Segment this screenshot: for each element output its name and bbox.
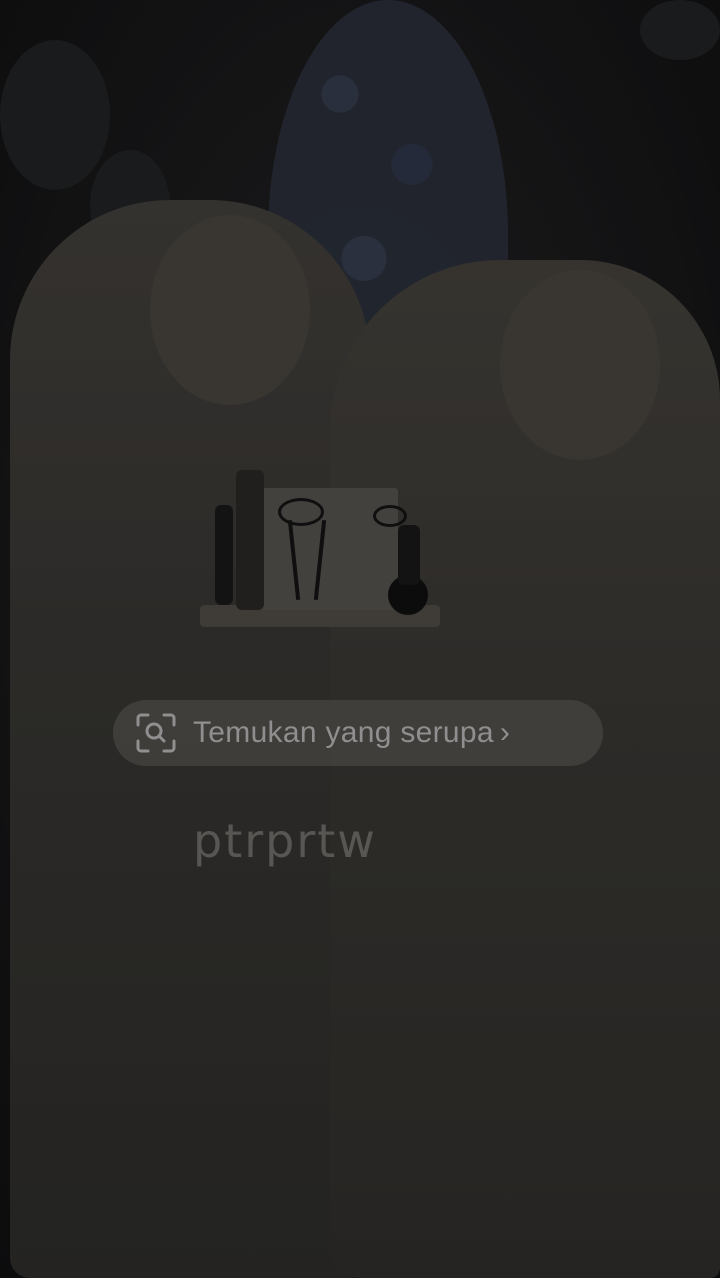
chevron-right-icon: ›	[499, 716, 510, 749]
photo-two-women-holding-cake	[0, 0, 720, 1278]
visual-search-icon	[135, 712, 177, 754]
person-left-head	[150, 215, 310, 405]
cake-topper	[215, 505, 233, 605]
background-balloon	[640, 0, 720, 60]
cake-topper	[398, 525, 420, 585]
find-similar-label: Temukan yang serupa	[193, 716, 494, 749]
ribbon-bow	[278, 498, 324, 526]
background-balloon	[0, 40, 110, 190]
ribbon-bow	[373, 505, 407, 527]
person-right-head	[500, 270, 660, 460]
photo-viewer: Temukan yang serupa › ptrprtw	[0, 0, 720, 1278]
watermark-text: ptrprtw	[193, 814, 377, 868]
find-similar-button[interactable]: Temukan yang serupa ›	[113, 700, 603, 766]
cake-topper	[236, 470, 264, 610]
